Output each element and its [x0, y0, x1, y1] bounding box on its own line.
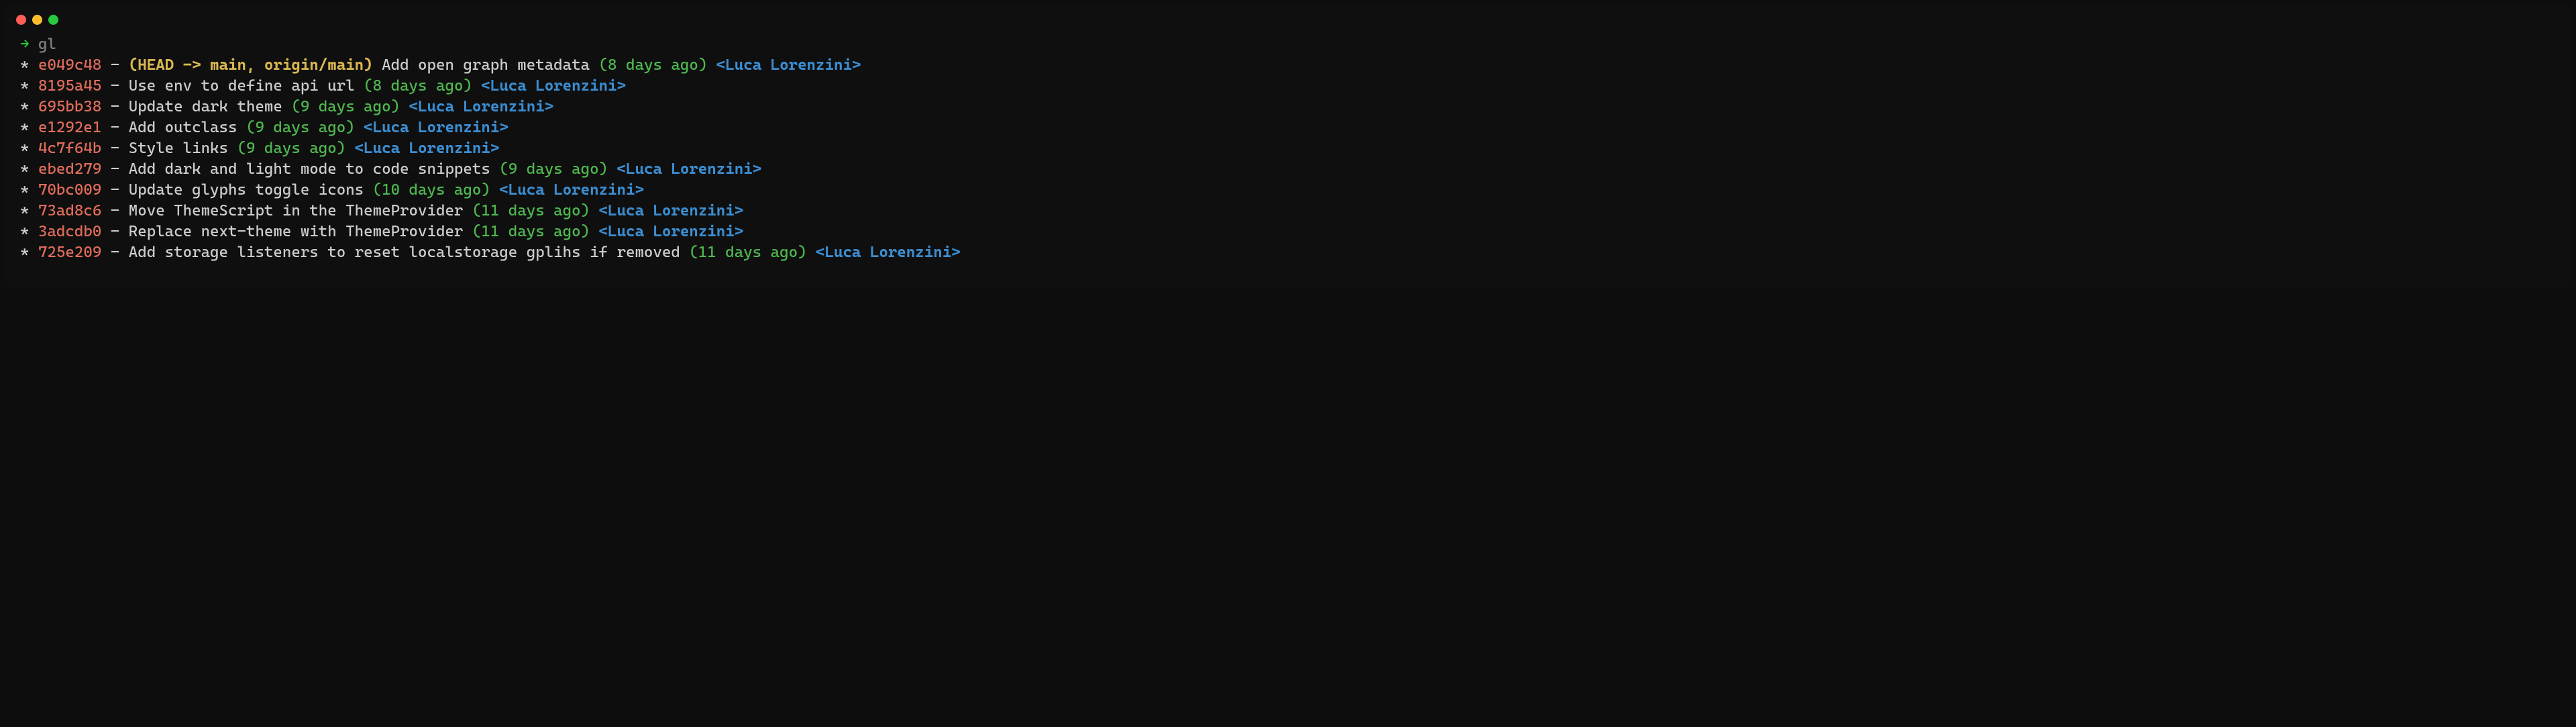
separator-dash: -	[111, 181, 119, 199]
commit-hash: 4c7f64b	[38, 140, 101, 157]
commit-time: (8 days ago)	[599, 56, 708, 74]
commit-hash: 73ad8c6	[38, 202, 101, 220]
commit-line: * e1292e1 - Add outclass (9 days ago) <L…	[20, 117, 2556, 138]
commit-hash: e049c48	[38, 56, 101, 74]
separator-dash: -	[111, 140, 119, 157]
commit-line: * 70bc009 - Update glyphs toggle icons (…	[20, 180, 2556, 201]
prompt-line: → gl	[20, 34, 2556, 55]
commit-hash: ebed279	[38, 160, 101, 178]
git-log-output: * e049c48 - (HEAD -> main, origin/main) …	[20, 55, 2556, 263]
prompt-arrow-icon: →	[20, 36, 29, 53]
commit-line: * 3adcdb0 - Replace next-theme with Them…	[20, 222, 2556, 242]
commit-time: (11 days ago)	[472, 223, 590, 240]
commit-author: <Luca Lorenzini>	[816, 244, 961, 261]
commit-message: Update glyphs toggle icons	[129, 181, 364, 199]
commit-author: <Luca Lorenzini>	[599, 223, 744, 240]
separator-dash: -	[111, 119, 119, 136]
commit-author: <Luca Lorenzini>	[409, 98, 554, 115]
separator-dash: -	[111, 223, 119, 240]
commit-refs: (HEAD -> main, origin/main)	[129, 56, 373, 74]
commit-time: (11 days ago)	[689, 244, 806, 261]
commit-message: Move ThemeScript in the ThemeProvider	[129, 202, 464, 220]
commit-author: <Luca Lorenzini>	[481, 77, 626, 95]
minimize-icon[interactable]	[32, 15, 42, 25]
separator-dash: -	[111, 244, 119, 261]
commit-line: * 4c7f64b - Style links (9 days ago) <Lu…	[20, 138, 2556, 159]
commit-time: (9 days ago)	[237, 140, 346, 157]
separator-dash: -	[111, 202, 119, 220]
commit-message: Replace next-theme with ThemeProvider	[129, 223, 464, 240]
command-text: gl	[38, 36, 56, 53]
commit-line: * 725e209 - Add storage listeners to res…	[20, 242, 2556, 263]
separator-dash: -	[111, 77, 119, 95]
commit-time: (9 days ago)	[246, 119, 355, 136]
commit-message: Add outclass	[129, 119, 237, 136]
titlebar	[5, 5, 2571, 32]
commit-message: Add storage listeners to reset localstor…	[129, 244, 680, 261]
graph-star: *	[20, 56, 29, 74]
commit-time: (11 days ago)	[472, 202, 590, 220]
commit-author: <Luca Lorenzini>	[364, 119, 508, 136]
commit-time: (10 days ago)	[373, 181, 490, 199]
graph-star: *	[20, 77, 29, 95]
commit-author: <Luca Lorenzini>	[499, 181, 644, 199]
commit-line: * ebed279 - Add dark and light mode to c…	[20, 159, 2556, 180]
separator-dash: -	[111, 56, 119, 74]
commit-message: Style links	[129, 140, 228, 157]
commit-author: <Luca Lorenzini>	[617, 160, 762, 178]
commit-line: * e049c48 - (HEAD -> main, origin/main) …	[20, 55, 2556, 76]
graph-star: *	[20, 181, 29, 199]
graph-star: *	[20, 202, 29, 220]
graph-star: *	[20, 223, 29, 240]
terminal-window: → gl* e049c48 - (HEAD -> main, origin/ma…	[5, 5, 2571, 287]
commit-message: Add open graph metadata	[382, 56, 590, 74]
commit-hash: 70bc009	[38, 181, 101, 199]
commit-hash: 8195a45	[38, 77, 101, 95]
commit-line: * 73ad8c6 - Move ThemeScript in the Them…	[20, 201, 2556, 222]
commit-author: <Luca Lorenzini>	[599, 202, 744, 220]
commit-line: * 695bb38 - Update dark theme (9 days ag…	[20, 97, 2556, 117]
commit-message: Add dark and light mode to code snippets	[129, 160, 490, 178]
separator-dash: -	[111, 160, 119, 178]
commit-message: Update dark theme	[129, 98, 282, 115]
commit-time: (9 days ago)	[291, 98, 400, 115]
commit-time: (9 days ago)	[499, 160, 608, 178]
commit-line: * 8195a45 - Use env to define api url (8…	[20, 76, 2556, 97]
graph-star: *	[20, 119, 29, 136]
commit-hash: e1292e1	[38, 119, 101, 136]
commit-hash: 695bb38	[38, 98, 101, 115]
commit-author: <Luca Lorenzini>	[716, 56, 861, 74]
graph-star: *	[20, 244, 29, 261]
graph-star: *	[20, 140, 29, 157]
commit-hash: 725e209	[38, 244, 101, 261]
terminal-body[interactable]: → gl* e049c48 - (HEAD -> main, origin/ma…	[5, 32, 2571, 279]
commit-message: Use env to define api url	[129, 77, 355, 95]
commit-time: (8 days ago)	[364, 77, 472, 95]
commit-hash: 3adcdb0	[38, 223, 101, 240]
maximize-icon[interactable]	[48, 15, 58, 25]
graph-star: *	[20, 160, 29, 178]
close-icon[interactable]	[16, 15, 26, 25]
commit-author: <Luca Lorenzini>	[355, 140, 500, 157]
graph-star: *	[20, 98, 29, 115]
separator-dash: -	[111, 98, 119, 115]
